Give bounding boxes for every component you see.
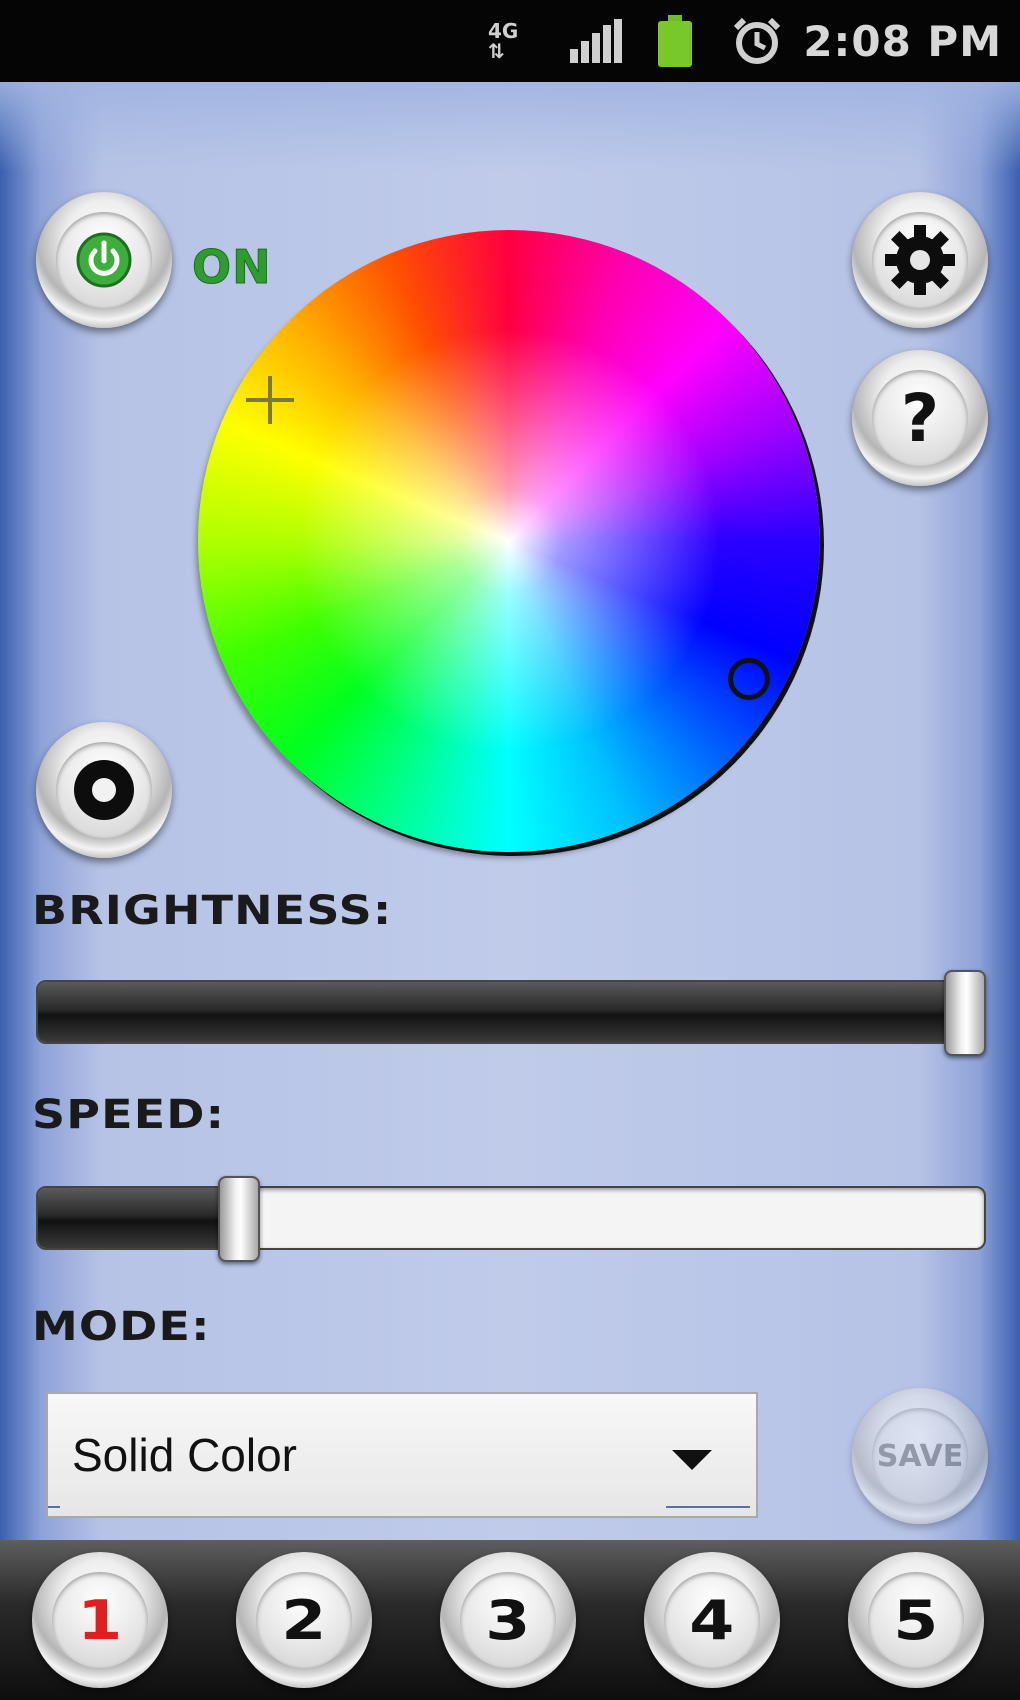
color-wheel[interactable] — [198, 230, 820, 852]
preset-button-face: 1 — [52, 1572, 148, 1668]
speed-fill — [38, 1188, 241, 1248]
clock: 2:08 PM — [803, 16, 1002, 66]
preset-button-3[interactable]: 3 — [440, 1552, 576, 1688]
save-button-face: SAVE — [872, 1408, 968, 1504]
alarm-icon — [732, 0, 782, 82]
gear-icon — [885, 225, 955, 295]
brightness-slider[interactable] — [36, 980, 986, 1044]
crosshair-icon — [246, 376, 294, 424]
settings-button[interactable] — [852, 192, 988, 328]
power-state-label: ON — [192, 240, 272, 295]
target-icon — [74, 760, 134, 820]
battery-icon — [656, 0, 694, 82]
preset-number-label: 5 — [893, 1588, 939, 1652]
preset-button-face: 3 — [460, 1572, 556, 1668]
mode-selected-value: Solid Color — [72, 1429, 297, 1481]
preset-number-label: 2 — [281, 1588, 327, 1652]
preset-number-label: 1 — [77, 1588, 123, 1652]
settings-button-face — [872, 212, 968, 308]
speed-slider-thumb[interactable] — [217, 1176, 260, 1262]
speed-label: SPEED: — [32, 1092, 226, 1138]
brightness-fill — [38, 982, 967, 1042]
preset-button-2[interactable]: 2 — [236, 1552, 372, 1688]
speed-slider[interactable] — [36, 1186, 986, 1250]
network-type-label: 4G — [488, 19, 519, 43]
save-label: SAVE — [876, 1438, 964, 1474]
preset-button-1[interactable]: 1 — [32, 1552, 168, 1688]
dropdown-arrow-icon — [672, 1450, 712, 1470]
power-button-face — [56, 212, 152, 308]
preset-number-label: 4 — [689, 1588, 735, 1652]
brightness-label: BRIGHTNESS: — [32, 888, 393, 934]
target-button-face — [56, 742, 152, 838]
data-arrows-icon: ⇅ — [488, 39, 505, 63]
preset-button-5[interactable]: 5 — [848, 1552, 984, 1688]
help-icon: ? — [900, 379, 940, 457]
mode-dropdown[interactable]: Solid Color — [46, 1392, 758, 1518]
preset-button-face: 2 — [256, 1572, 352, 1668]
help-button-face: ? — [872, 370, 968, 466]
help-button[interactable]: ? — [852, 350, 988, 486]
status-bar: 4G ⇅ 2:08 PM — [0, 0, 1020, 82]
dropdown-underline — [666, 1506, 750, 1508]
preset-button-face: 4 — [664, 1572, 760, 1668]
preset-number-label: 3 — [485, 1588, 531, 1652]
mode-label: MODE: — [32, 1304, 211, 1350]
network-indicator: 4G ⇅ — [488, 0, 518, 82]
preset-button-4[interactable]: 4 — [644, 1552, 780, 1688]
preset-button-face: 5 — [868, 1572, 964, 1668]
brightness-slider-thumb[interactable] — [944, 970, 986, 1056]
target-button[interactable] — [36, 722, 172, 858]
dropdown-underline-left — [48, 1506, 60, 1508]
color-picker-handle[interactable] — [728, 658, 770, 700]
save-button[interactable]: SAVE — [852, 1388, 988, 1524]
signal-icon — [570, 0, 622, 82]
power-icon — [76, 232, 132, 288]
power-button[interactable] — [36, 192, 172, 328]
